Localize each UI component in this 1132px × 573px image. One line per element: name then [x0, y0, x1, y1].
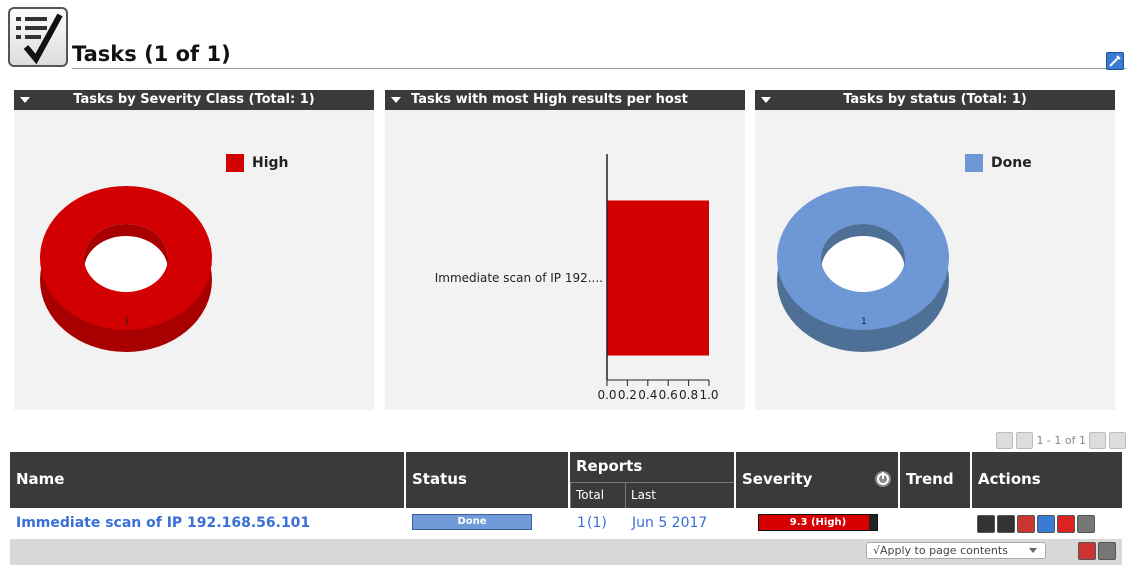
column-header-total[interactable]: Total: [570, 482, 625, 508]
slice-value-label: 1: [861, 317, 867, 327]
severity-value: 9.3 (High): [789, 517, 847, 528]
column-header-last[interactable]: Last: [625, 482, 734, 508]
x-tick-label: 0.8: [679, 388, 698, 402]
bulk-delete-icon[interactable]: [1078, 542, 1096, 560]
next-page-icon[interactable]: [1089, 432, 1106, 449]
column-header-severity[interactable]: Severity: [736, 452, 898, 508]
panel-title: Tasks by status (Total: 1): [843, 92, 1027, 107]
severity-donut-chart: 1: [40, 186, 212, 352]
apply-to-select[interactable]: √Apply to page contents: [866, 542, 1046, 559]
x-tick-label: 1.0: [699, 388, 718, 402]
severity-toggle-icon[interactable]: [874, 470, 892, 488]
table-header: Name Status Reports Total Last Severity …: [10, 452, 1122, 508]
task-name-link[interactable]: Immediate scan of IP 192.168.56.101: [16, 515, 310, 531]
page-title: Tasks (1 of 1): [72, 42, 231, 66]
bar: [607, 200, 709, 356]
row-actions: [977, 515, 1095, 533]
title-divider: [72, 68, 1126, 69]
table-footer: √Apply to page contents: [10, 539, 1122, 565]
pagination-text: 1 - 1 of 1: [1036, 434, 1086, 447]
tasks-checklist-icon: [8, 7, 68, 67]
slice-value-label: 1: [124, 317, 130, 327]
column-header-status[interactable]: Status: [406, 452, 568, 508]
start-icon[interactable]: [977, 515, 995, 533]
first-page-icon[interactable]: [996, 432, 1014, 449]
apply-select-label: √Apply to page contents: [873, 544, 1008, 557]
tasks-table: Name Status Reports Total Last Severity …: [10, 452, 1122, 565]
category-label: Immediate scan of IP 192....: [435, 271, 603, 285]
x-tick-label: 0.0: [597, 388, 616, 402]
table-row: Immediate scan of IP 192.168.56.101 Done…: [10, 509, 1122, 538]
panel-header[interactable]: Tasks by Severity Class (Total: 1): [14, 90, 374, 110]
column-header-trend[interactable]: Trend: [900, 452, 970, 508]
edit-dashboard-icon[interactable]: [1106, 52, 1124, 70]
column-header-reports: Reports Total Last: [570, 452, 734, 508]
status-progress-bar: Done: [412, 514, 532, 530]
clone-icon[interactable]: [1057, 515, 1075, 533]
severity-class-panel: Tasks by Severity Class (Total: 1) High …: [14, 90, 374, 410]
bulk-export-icon[interactable]: [1098, 542, 1116, 560]
x-tick-label: 0.2: [618, 388, 637, 402]
edit-icon[interactable]: [1037, 515, 1055, 533]
task-status-panel: Tasks by status (Total: 1) Done 1: [755, 90, 1115, 410]
reports-total-paren[interactable]: (1): [587, 515, 607, 531]
x-tick-label: 0.4: [638, 388, 657, 402]
severity-bar: 9.3 (High): [758, 514, 878, 531]
status-donut-chart: 1: [777, 186, 949, 352]
resume-icon[interactable]: [997, 515, 1015, 533]
high-results-per-host-panel: Tasks with most High results per host Im…: [385, 90, 745, 410]
delete-icon[interactable]: [1017, 515, 1035, 533]
panel-title: Tasks by Severity Class (Total: 1): [73, 92, 315, 107]
column-header-actions: Actions: [972, 452, 1122, 508]
chevron-down-icon: [1029, 548, 1037, 553]
reports-total-link[interactable]: 1: [577, 515, 586, 531]
panel-header[interactable]: Tasks by status (Total: 1): [755, 90, 1115, 110]
panel-title: Tasks with most High results per host: [411, 92, 688, 107]
export-icon[interactable]: [1077, 515, 1095, 533]
x-tick-label: 0.6: [659, 388, 678, 402]
page-header: Tasks (1 of 1): [0, 0, 1132, 74]
panel-header[interactable]: Tasks with most High results per host: [385, 90, 745, 110]
previous-page-icon[interactable]: [1016, 432, 1034, 449]
last-report-link[interactable]: Jun 5 2017: [632, 515, 707, 531]
pagination: 1 - 1 of 1: [996, 432, 1126, 449]
column-header-name[interactable]: Name: [10, 452, 404, 508]
high-results-bar-chart: Immediate scan of IP 192.... 0.0 0.2 0.4 0.6…: [435, 154, 719, 402]
last-page-icon[interactable]: [1109, 432, 1126, 449]
collapse-triangle-icon[interactable]: [391, 97, 401, 103]
